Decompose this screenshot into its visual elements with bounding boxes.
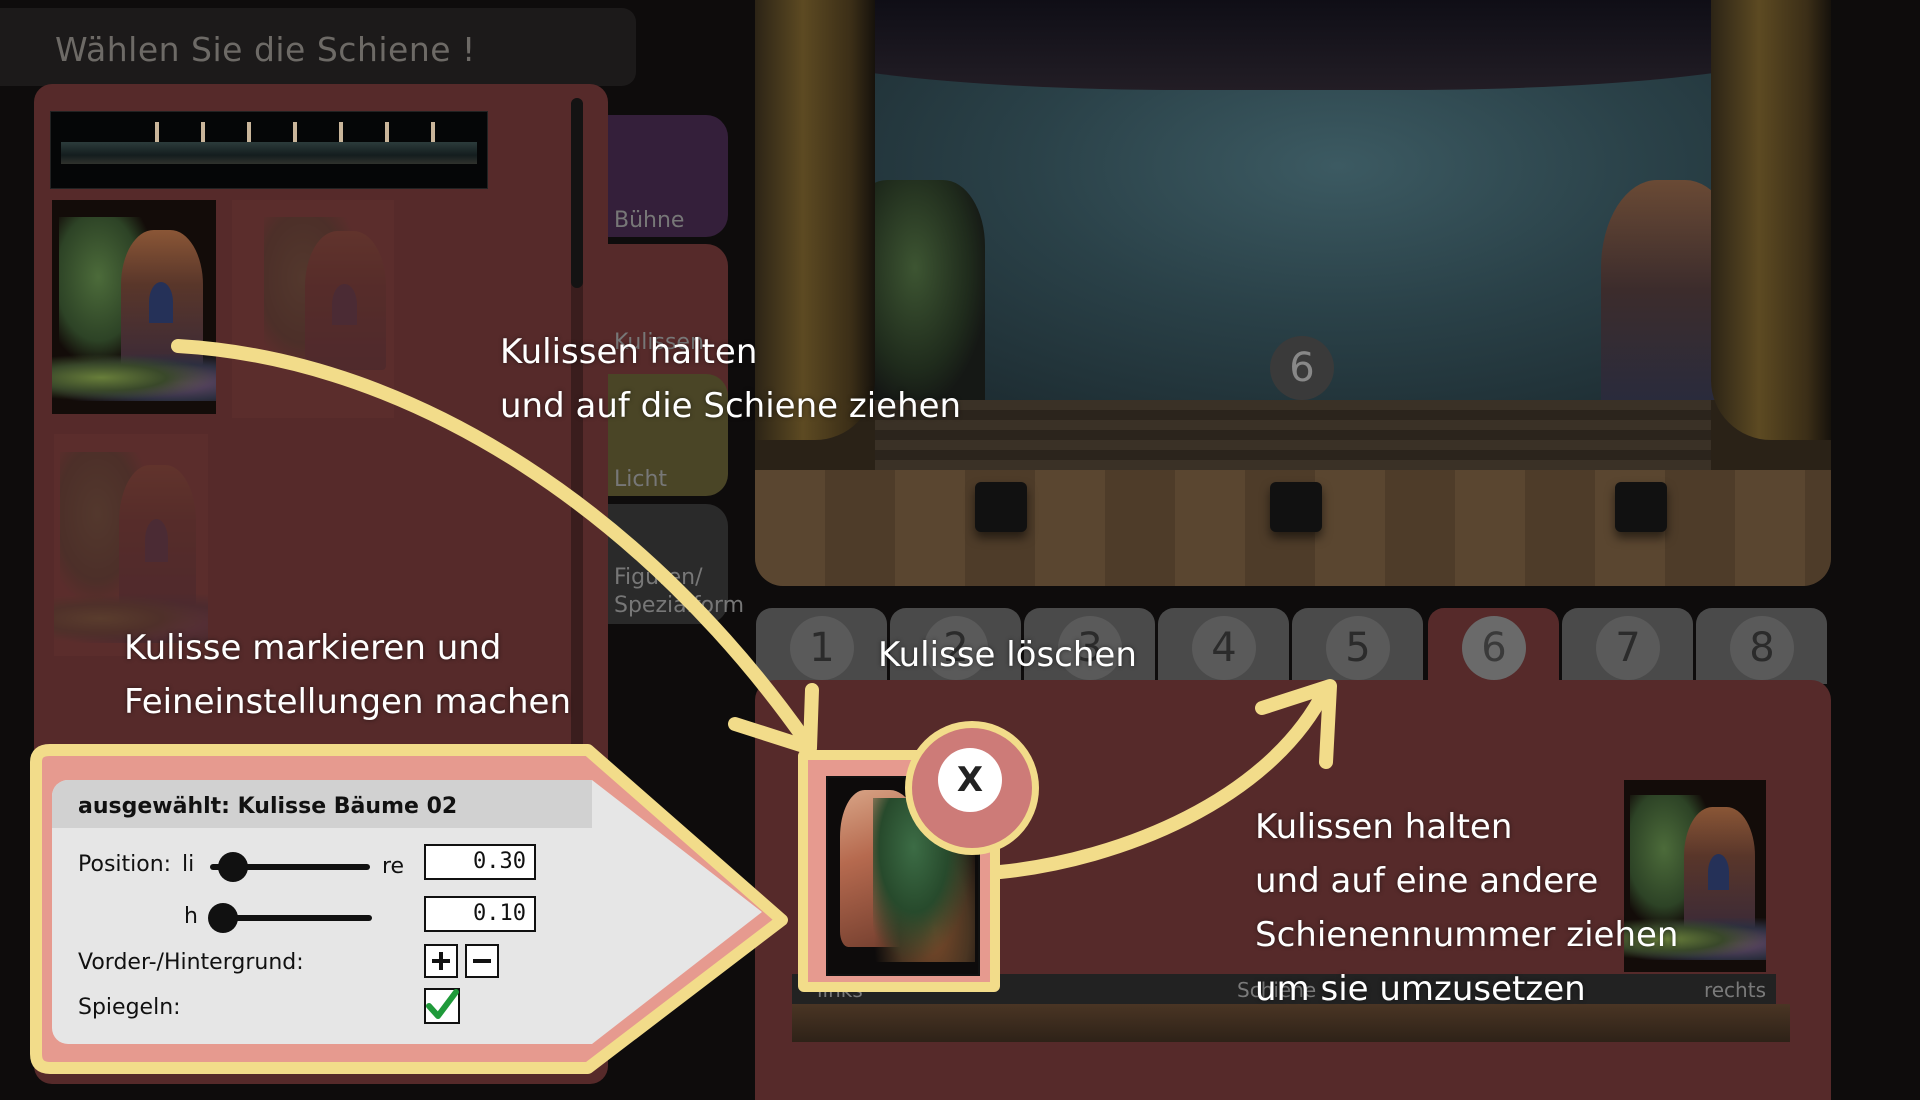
annotation-move-rail: Kulissen halten und auf eine andere Schi…: [1255, 807, 1679, 1009]
annotation-delete: Kulisse löschen: [878, 635, 1137, 675]
annotation-drag-to-rail: Kulissen halten und auf die Schiene zieh…: [500, 332, 962, 426]
annotation-mark-and-adjust: Kulisse markieren und Feineinstellungen …: [124, 628, 571, 722]
